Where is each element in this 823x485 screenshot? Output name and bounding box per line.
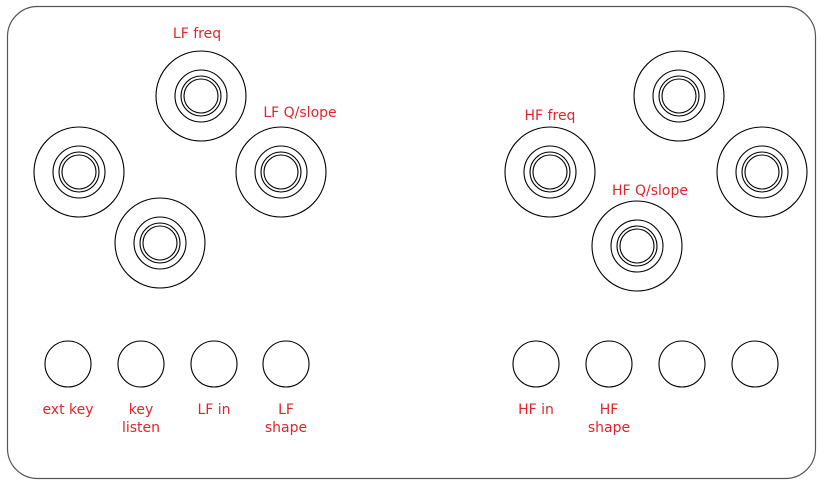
knob-lf-q-slope[interactable] [235, 126, 327, 218]
button-key-listen[interactable] [117, 340, 165, 388]
knob-outer-ring [114, 197, 206, 289]
knob-outer-ring [633, 50, 725, 142]
knob-hf-freq[interactable] [504, 126, 596, 218]
knob-label-hf-freq: HF freq [524, 108, 576, 124]
button-hf-in[interactable] [512, 340, 560, 388]
knob-outer-ring [155, 50, 247, 142]
button-lf-in[interactable] [190, 340, 238, 388]
knob-left-unlabeled-1[interactable] [33, 126, 125, 218]
button-right-unlabeled-2[interactable] [731, 340, 779, 388]
knob-right-unlabeled-1[interactable] [633, 50, 725, 142]
knob-outer-ring [235, 126, 327, 218]
button-label-lf-shape: LF shape [264, 402, 308, 436]
knob-right-unlabeled-2[interactable] [716, 126, 808, 218]
button-label-hf-shape: HF shape [587, 402, 631, 436]
button-label-key-listen: key listen [121, 402, 161, 436]
knob-hf-q-slope[interactable] [591, 200, 683, 292]
button-label-lf-in: LF in [197, 402, 231, 418]
knob-outer-ring [591, 200, 683, 292]
button-label-hf-in: HF in [518, 402, 554, 418]
button-ext-key[interactable] [44, 340, 92, 388]
knob-lf-freq[interactable] [155, 50, 247, 142]
knob-outer-ring [33, 126, 125, 218]
knob-label-hf-q-slope: HF Q/slope [611, 183, 688, 199]
button-hf-shape[interactable] [585, 340, 633, 388]
knob-outer-ring [716, 126, 808, 218]
button-lf-shape[interactable] [262, 340, 310, 388]
button-right-unlabeled-1[interactable] [658, 340, 706, 388]
button-label-ext-key: ext key [42, 402, 94, 418]
knob-label-lf-q-slope: LF Q/slope [263, 105, 337, 121]
knob-outer-ring [504, 126, 596, 218]
knob-left-unlabeled-2[interactable] [114, 197, 206, 289]
knob-label-lf-freq: LF freq [172, 26, 222, 42]
